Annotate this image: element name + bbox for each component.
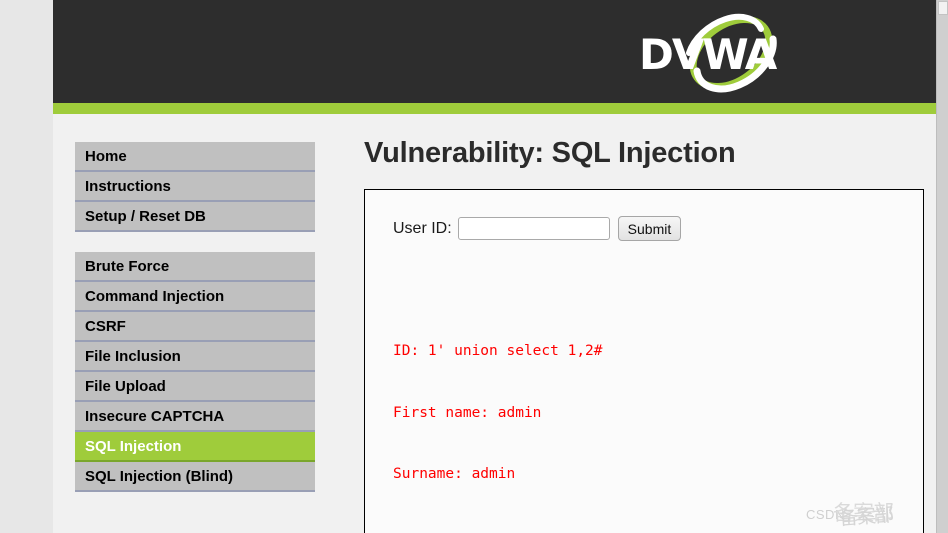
browser-viewport: DVWA Home Instructions Setup / Reset DB … (0, 0, 948, 533)
dvwa-page: DVWA Home Instructions Setup / Reset DB … (53, 0, 936, 533)
sidebar-item-insecure-captcha[interactable]: Insecure CAPTCHA (75, 402, 315, 432)
svg-text:DVWA: DVWA (639, 30, 778, 79)
sidebar-item-sql-injection[interactable]: SQL Injection (75, 432, 315, 462)
sidebar-item-sql-injection-blind[interactable]: SQL Injection (Blind) (75, 462, 315, 492)
result-row: ID: 1' union select 1,2# First name: adm… (393, 300, 923, 526)
sidebar-item-instructions[interactable]: Instructions (75, 172, 315, 202)
menu-group-vulnerabilities: Brute Force Command Injection CSRF File … (75, 252, 315, 492)
vertical-scrollbar[interactable] (936, 0, 948, 533)
site-header: DVWA (53, 0, 936, 103)
sidebar-item-file-inclusion[interactable]: File Inclusion (75, 342, 315, 372)
result-first-name: First name: admin (393, 404, 542, 421)
site-body: Home Instructions Setup / Reset DB Brute… (53, 114, 936, 533)
result-surname: Surname: admin (393, 466, 516, 482)
user-id-form: User ID: Submit (393, 216, 923, 241)
user-id-input[interactable] (457, 217, 610, 240)
menu-group-general: Home Instructions Setup / Reset DB (75, 142, 315, 232)
sidebar-item-brute-force[interactable]: Brute Force (75, 252, 315, 282)
header-accent-bar (53, 103, 936, 114)
sidebar-item-csrf[interactable]: CSRF (75, 312, 315, 342)
main-content: Vulnerability: SQL Injection User ID: Su… (364, 114, 936, 533)
page-title: Vulnerability: SQL Injection (364, 137, 736, 169)
result-id: ID: 1' union select 1,2# (393, 343, 603, 359)
sidebar-item-file-upload[interactable]: File Upload (75, 372, 315, 402)
vulnerability-panel: User ID: Submit ID: 1' union select 1,2#… (364, 189, 924, 533)
query-results: ID: 1' union select 1,2# First name: adm… (393, 259, 923, 533)
sidebar-item-command-injection[interactable]: Command Injection (75, 282, 315, 312)
scrollbar-thumb[interactable] (938, 1, 948, 15)
sidebar-item-home[interactable]: Home (75, 142, 315, 172)
sidebar-nav: Home Instructions Setup / Reset DB Brute… (75, 142, 315, 512)
submit-button[interactable]: Submit (617, 216, 682, 241)
sidebar-item-setup-reset-db[interactable]: Setup / Reset DB (75, 202, 315, 232)
user-id-label: User ID: (393, 219, 452, 237)
dvwa-logo: DVWA (623, 9, 793, 97)
